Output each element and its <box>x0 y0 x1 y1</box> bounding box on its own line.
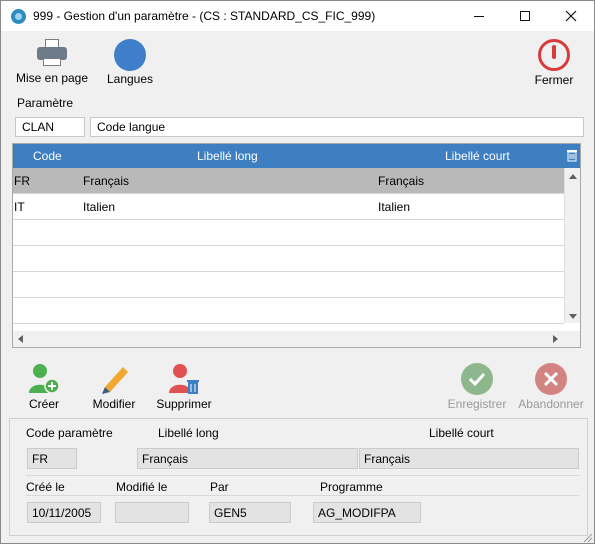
vertical-scrollbar[interactable] <box>564 168 580 323</box>
details-panel: Code paramètre Libellé long Libellé cour… <box>9 418 588 536</box>
cell-short-label: Italien <box>378 200 411 214</box>
create-button[interactable]: Créer <box>23 363 65 411</box>
column-header-long-label[interactable]: Libellé long <box>197 149 258 163</box>
created-date-field: 10/11/2005 <box>27 502 101 523</box>
cancel-button[interactable]: Abandonner <box>513 363 589 411</box>
horizontal-scrollbar[interactable] <box>13 331 564 347</box>
languages-button[interactable]: Langues <box>101 39 159 86</box>
window: 999 - Gestion d'un paramètre - (CS : STA… <box>0 0 595 544</box>
scroll-left-icon[interactable] <box>18 335 23 343</box>
panel-divider <box>26 475 579 476</box>
close-label: Fermer <box>534 73 574 87</box>
table-row[interactable]: FR Français Français <box>13 168 564 194</box>
empty-row <box>13 246 564 272</box>
cell-code: FR <box>14 174 30 188</box>
cross-icon <box>535 363 567 395</box>
by-label: Par <box>210 480 229 494</box>
power-icon <box>538 39 570 71</box>
long-label-label: Libellé long <box>158 426 219 440</box>
scrollbar-corner <box>564 331 580 347</box>
parameter-section-label: Paramètre <box>17 96 74 110</box>
language-grid: Code Libellé long Libellé court FR Franç… <box>12 143 581 348</box>
minimize-icon <box>474 15 484 17</box>
by-field: GEN5 <box>209 502 291 523</box>
delete-label: Supprimer <box>156 397 212 411</box>
page-setup-label: Mise en page <box>15 71 89 85</box>
cell-code: IT <box>14 200 25 214</box>
delete-button[interactable]: Supprimer <box>151 363 217 411</box>
scroll-down-icon[interactable] <box>569 314 577 319</box>
globe-icon <box>114 39 146 71</box>
printer-icon <box>37 39 67 67</box>
modified-date-field <box>115 502 189 523</box>
resize-grip-icon[interactable] <box>581 531 593 543</box>
column-header-code[interactable]: Code <box>33 149 62 163</box>
close-icon <box>565 10 577 22</box>
modify-label: Modifier <box>92 397 136 411</box>
cell-short-label: Français <box>378 174 425 188</box>
modify-button[interactable]: Modifier <box>87 363 141 411</box>
window-title: 999 - Gestion d'un paramètre - (CS : STA… <box>33 9 376 23</box>
app-icon <box>11 9 26 24</box>
maximize-button[interactable] <box>502 1 548 31</box>
long-label-field[interactable]: Français <box>137 448 358 469</box>
languages-label: Langues <box>106 72 154 86</box>
parameter-code-field[interactable]: CLAN <box>15 117 85 137</box>
pencil-icon <box>102 367 128 394</box>
create-label: Créer <box>28 397 59 411</box>
close-button[interactable]: Fermer <box>528 39 580 87</box>
page-setup-button[interactable]: Mise en page <box>11 39 93 85</box>
save-button[interactable]: Enregistrer <box>441 363 513 411</box>
program-field: AG_MODIFPA <box>313 502 421 523</box>
check-icon <box>461 363 493 395</box>
title-bar: 999 - Gestion d'un paramètre - (CS : STA… <box>1 1 594 31</box>
panel-divider <box>26 495 579 496</box>
cancel-label: Abandonner <box>518 397 584 411</box>
grid-header: Code Libellé long Libellé court <box>13 144 580 168</box>
scroll-up-icon[interactable] <box>569 174 577 179</box>
modified-label: Modifié le <box>116 480 168 494</box>
delete-user-icon <box>169 364 199 394</box>
cell-long-label: Italien <box>83 200 116 214</box>
minimize-button[interactable] <box>456 1 502 31</box>
parameter-label-field[interactable]: Code langue <box>90 117 584 137</box>
column-header-short-label[interactable]: Libellé court <box>445 149 510 163</box>
maximize-icon <box>520 11 530 21</box>
empty-row <box>13 272 564 298</box>
add-user-icon <box>29 364 60 394</box>
short-label-field[interactable]: Français <box>359 448 579 469</box>
code-parameter-field[interactable]: FR <box>27 448 77 469</box>
column-chooser-icon[interactable] <box>566 149 578 162</box>
created-label: Créé le <box>26 480 65 494</box>
code-parameter-label: Code paramètre <box>26 426 113 440</box>
table-row[interactable]: IT Italien Italien <box>13 194 564 220</box>
window-close-button[interactable] <box>548 1 594 31</box>
save-label: Enregistrer <box>447 397 507 411</box>
scroll-right-icon[interactable] <box>553 335 558 343</box>
cell-long-label: Français <box>83 174 130 188</box>
short-label-label: Libellé court <box>429 426 494 440</box>
empty-row <box>13 220 564 246</box>
empty-row <box>13 298 564 324</box>
program-label: Programme <box>320 480 383 494</box>
